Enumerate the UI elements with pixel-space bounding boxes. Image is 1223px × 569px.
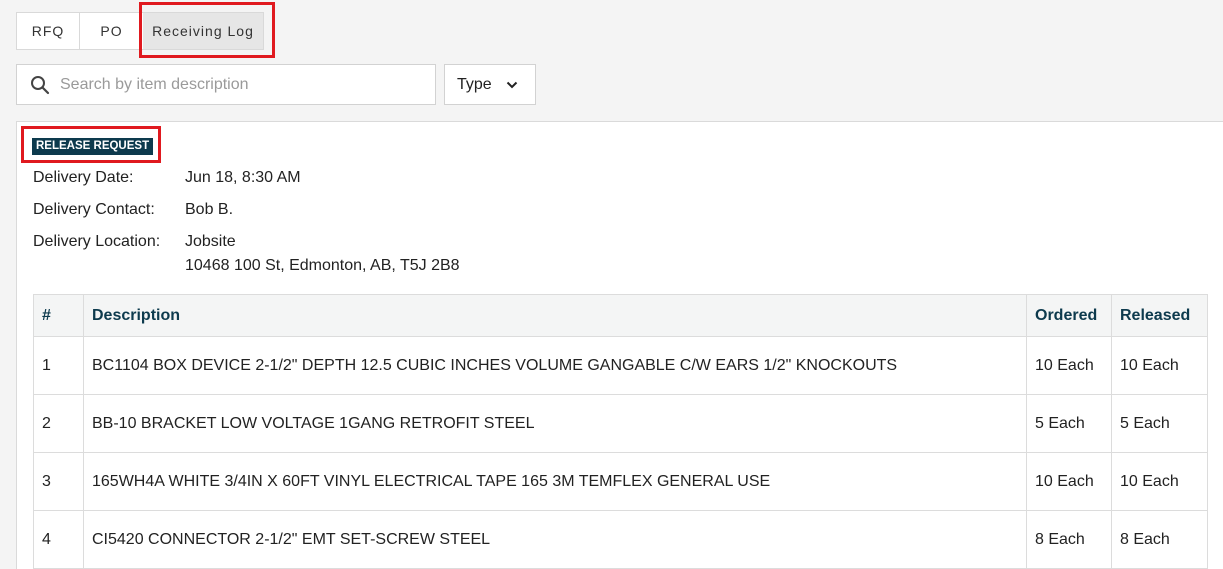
row-ordered: 10 Each <box>1026 336 1112 395</box>
search-box <box>16 64 436 105</box>
row-description: BB-10 BRACKET LOW VOLTAGE 1GANG RETROFIT… <box>83 394 1027 453</box>
delivery-location-address: 10468 100 St, Edmonton, AB, T5J 2B8 <box>185 257 460 274</box>
delivery-date-label: Delivery Date: <box>33 169 134 186</box>
column-header-released: Released <box>1111 294 1208 337</box>
row-released: 8 Each <box>1111 510 1208 569</box>
row-released: 10 Each <box>1111 452 1208 511</box>
highlight-receiving-log <box>139 2 275 58</box>
delivery-location-name: Jobsite <box>185 233 236 250</box>
column-header-description: Description <box>83 294 1027 337</box>
highlight-release-badge <box>21 126 161 163</box>
tab-po[interactable]: PO <box>80 13 143 49</box>
row-number: 3 <box>33 452 84 511</box>
search-input[interactable] <box>58 74 402 95</box>
row-ordered: 10 Each <box>1026 452 1112 511</box>
table-row: 1 BC1104 BOX DEVICE 2-1/2" DEPTH 12.5 CU… <box>33 336 1208 395</box>
delivery-contact-label: Delivery Contact: <box>33 201 155 218</box>
tab-rfq[interactable]: RFQ <box>17 13 80 49</box>
delivery-location-label: Delivery Location: <box>33 233 161 250</box>
type-filter-label: Type <box>457 75 492 93</box>
table-header-row: # Description Ordered Released <box>33 294 1208 337</box>
row-number: 1 <box>33 336 84 395</box>
items-table: # Description Ordered Released 1 BC1104 … <box>33 294 1208 569</box>
column-header-number: # <box>33 294 84 337</box>
column-header-ordered: Ordered <box>1026 294 1112 337</box>
delivery-date-value: Jun 18, 8:30 AM <box>185 169 301 186</box>
row-description: BC1104 BOX DEVICE 2-1/2" DEPTH 12.5 CUBI… <box>83 336 1027 395</box>
delivery-contact-value: Bob B. <box>185 201 234 218</box>
row-number: 4 <box>33 510 84 569</box>
row-number: 2 <box>33 394 84 453</box>
row-released: 10 Each <box>1111 336 1208 395</box>
row-description: 165WH4A WHITE 3/4IN X 60FT VINYL ELECTRI… <box>83 452 1027 511</box>
chevron-down-icon <box>506 81 517 88</box>
row-released: 5 Each <box>1111 394 1208 453</box>
table-row: 4 CI5420 CONNECTOR 2-1/2" EMT SET-SCREW … <box>33 510 1208 569</box>
table-row: 3 165WH4A WHITE 3/4IN X 60FT VINYL ELECT… <box>33 452 1208 511</box>
row-description: CI5420 CONNECTOR 2-1/2" EMT SET-SCREW ST… <box>83 510 1027 569</box>
type-filter-button[interactable]: Type <box>444 64 536 105</box>
table-row: 2 BB-10 BRACKET LOW VOLTAGE 1GANG RETROF… <box>33 394 1208 453</box>
search-icon <box>31 75 50 94</box>
row-ordered: 5 Each <box>1026 394 1112 453</box>
row-ordered: 8 Each <box>1026 510 1112 569</box>
